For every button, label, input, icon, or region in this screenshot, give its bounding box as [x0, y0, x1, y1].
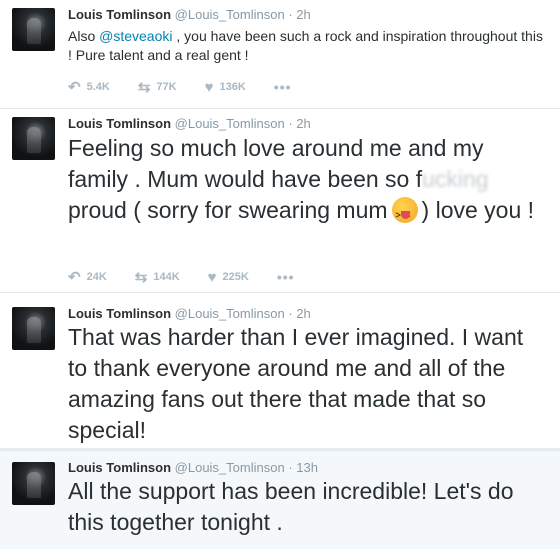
- reply-button[interactable]: ↶ 24K: [68, 268, 107, 286]
- like-button[interactable]: ♥ 225K: [208, 269, 249, 286]
- censored-text: ucking: [422, 166, 489, 192]
- tweet-text: Also @steveaoki , you have been such a r…: [68, 27, 548, 65]
- timestamp[interactable]: 13h: [296, 460, 318, 475]
- tweet-4[interactable]: Louis Tomlinson @Louis_Tomlinson · 13h A…: [0, 451, 560, 549]
- separator-dot: ·: [288, 306, 293, 321]
- tweet-header: Louis Tomlinson @Louis_Tomlinson · 2h: [68, 306, 311, 321]
- timestamp[interactable]: 2h: [296, 7, 310, 22]
- author-handle[interactable]: @Louis_Tomlinson: [175, 7, 285, 22]
- avatar[interactable]: [12, 117, 55, 160]
- reply-count: 24K: [86, 271, 107, 283]
- heart-icon: ♥: [204, 78, 214, 96]
- reply-count: 5.4K: [86, 81, 110, 93]
- retweet-count: 77K: [156, 81, 177, 93]
- tweet-header: Louis Tomlinson @Louis_Tomlinson · 13h: [68, 460, 318, 475]
- like-button[interactable]: ♥ 136K: [205, 79, 246, 96]
- author-handle[interactable]: @Louis_Tomlinson: [175, 460, 285, 475]
- squinting-tongue-emoji-icon: [391, 197, 418, 231]
- reply-icon: ↶: [68, 269, 81, 286]
- tweet-text-part: ) love you !: [421, 197, 535, 223]
- author-name[interactable]: Louis Tomlinson: [68, 306, 171, 321]
- tweet-actions: ↶ 5.4K ⇆ 77K ♥ 136K •••: [68, 78, 292, 97]
- mention-link[interactable]: @steveaoki: [99, 28, 172, 44]
- retweet-icon: ⇆: [137, 79, 151, 96]
- tweet-3[interactable]: Louis Tomlinson @Louis_Tomlinson · 2h Th…: [0, 293, 560, 448]
- more-icon[interactable]: •••: [274, 79, 292, 95]
- retweet-button[interactable]: ⇆ 77K: [138, 78, 177, 96]
- retweet-icon: ⇆: [134, 269, 148, 286]
- tweet-text-part: Also: [68, 28, 100, 44]
- timestamp[interactable]: 2h: [296, 306, 310, 321]
- avatar[interactable]: [12, 307, 55, 350]
- author-name[interactable]: Louis Tomlinson: [68, 7, 171, 22]
- reply-button[interactable]: ↶ 5.4K: [68, 78, 110, 96]
- tweet-text-part: proud ( sorry for swearing mum: [68, 197, 388, 223]
- retweet-button[interactable]: ⇆ 144K: [135, 268, 180, 286]
- tweet-text: All the support has been incredible! Let…: [68, 478, 514, 535]
- author-name[interactable]: Louis Tomlinson: [68, 460, 171, 475]
- tweet-header: Louis Tomlinson @Louis_Tomlinson · 2h: [68, 116, 311, 131]
- heart-icon: ♥: [207, 268, 217, 286]
- separator-dot: ·: [288, 460, 293, 475]
- author-handle[interactable]: @Louis_Tomlinson: [175, 306, 285, 321]
- like-count: 225K: [222, 271, 249, 283]
- separator-dot: ·: [288, 116, 293, 131]
- author-handle[interactable]: @Louis_Tomlinson: [175, 116, 285, 131]
- like-count: 136K: [219, 81, 246, 93]
- tweet-text: That was harder than I ever imagined. I …: [68, 324, 524, 443]
- reply-icon: ↶: [68, 79, 81, 96]
- retweet-count: 144K: [153, 271, 180, 283]
- separator-dot: ·: [288, 7, 293, 22]
- author-name[interactable]: Louis Tomlinson: [68, 116, 171, 131]
- tweet-header: Louis Tomlinson @Louis_Tomlinson · 2h: [68, 7, 311, 22]
- tweet-text: Feeling so much love around me and my fa…: [68, 133, 548, 231]
- timestamp[interactable]: 2h: [296, 116, 310, 131]
- tweet-actions: ↶ 24K ⇆ 144K ♥ 225K •••: [68, 268, 295, 287]
- avatar[interactable]: [12, 8, 55, 51]
- tweet-2[interactable]: Louis Tomlinson @Louis_Tomlinson · 2h Fe…: [0, 109, 560, 292]
- avatar[interactable]: [12, 462, 55, 505]
- more-icon[interactable]: •••: [277, 269, 295, 285]
- tweet-1[interactable]: Louis Tomlinson @Louis_Tomlinson · 2h Al…: [0, 0, 560, 108]
